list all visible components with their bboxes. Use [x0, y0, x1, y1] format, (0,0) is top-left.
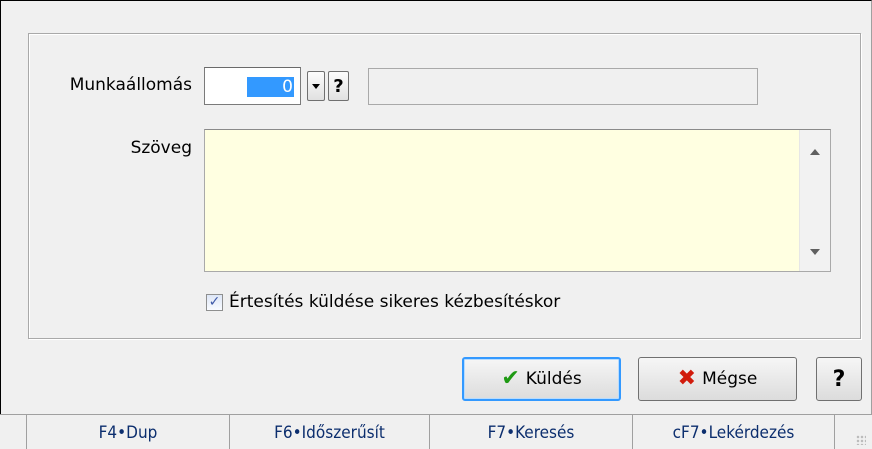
text-label: Szöveg — [130, 138, 192, 158]
workstation-lookup-button[interactable]: ? — [328, 71, 349, 101]
scroll-down-icon[interactable] — [810, 249, 820, 255]
send-button-label: Küldés — [525, 369, 582, 389]
notify-checkbox-label[interactable]: Értesítés küldése sikeres kézbesítéskor — [229, 292, 560, 312]
send-button[interactable]: ✔ Küldés — [462, 357, 621, 401]
fkey-query[interactable]: cF7•Lekérdezés — [632, 415, 834, 449]
cancel-button-label: Mégse — [702, 369, 758, 389]
workstation-name-field — [368, 68, 758, 105]
message-text-area[interactable] — [204, 129, 831, 272]
resize-grip[interactable] — [834, 415, 872, 449]
function-key-bar: F4•Dup F6•Időszerűsít F7•Keresés cF7•Lek… — [0, 414, 872, 449]
function-key-spacer — [0, 415, 26, 449]
help-button[interactable]: ? — [816, 357, 862, 401]
cancel-button[interactable]: ✖ Mégse — [638, 357, 797, 401]
resize-grip-icon — [856, 435, 866, 445]
notify-checkbox[interactable]: ✓ — [206, 293, 223, 311]
text-area-scrollbar[interactable] — [799, 130, 830, 271]
chevron-down-icon — [312, 83, 320, 89]
dialog-window: Munkaállomás 0 ? Szöveg ✓ Értesítés küld… — [0, 0, 872, 414]
notify-checkbox-row[interactable]: ✓ Értesítés küldése sikeres kézbesítésko… — [206, 291, 560, 313]
fkey-dup[interactable]: F4•Dup — [26, 415, 229, 449]
scroll-up-icon[interactable] — [810, 149, 820, 155]
workstation-label: Munkaállomás — [69, 75, 192, 95]
fkey-refresh[interactable]: F6•Időszerűsít — [229, 415, 429, 449]
workstation-dropdown-button[interactable] — [307, 71, 325, 101]
fkey-search[interactable]: F7•Keresés — [429, 415, 632, 449]
checkmark-icon: ✓ — [208, 294, 221, 310]
checkmark-icon: ✔ — [501, 366, 520, 391]
workstation-number-value: 0 — [247, 77, 294, 97]
x-icon: ✖ — [677, 366, 697, 391]
workstation-number-input[interactable]: 0 — [204, 67, 301, 105]
